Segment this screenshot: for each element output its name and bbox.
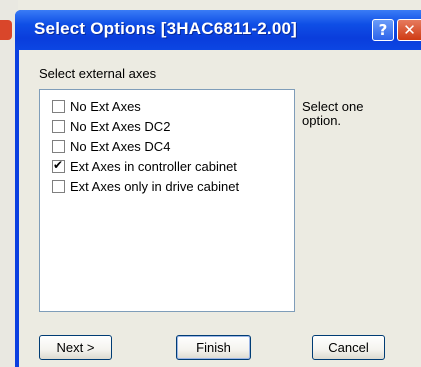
help-button[interactable]: ? (372, 19, 394, 41)
option-label: No Ext Axes DC2 (70, 118, 171, 134)
option-no-ext-axes[interactable]: No Ext Axes (52, 98, 141, 114)
option-label: No Ext Axes DC4 (70, 138, 171, 154)
title-bar[interactable]: Select Options [3HAC6811-2.00] ? ✕ (15, 10, 421, 50)
select-options-dialog: Select Options [3HAC6811-2.00] ? ✕ Selec… (15, 10, 421, 367)
checkbox[interactable] (52, 139, 65, 153)
finish-button[interactable]: Finish (176, 335, 251, 360)
window-title: Select Options [3HAC6811-2.00] (34, 19, 297, 38)
checkbox[interactable] (52, 99, 65, 113)
close-icon: ✕ (403, 21, 416, 39)
option-label: Ext Axes only in drive cabinet (70, 178, 240, 194)
next-button[interactable]: Next > (39, 335, 112, 360)
close-button[interactable]: ✕ (397, 19, 421, 41)
checkbox-checked[interactable]: ✔ (52, 157, 65, 173)
option-label: No Ext Axes (70, 98, 141, 114)
background-app-icon (0, 20, 12, 40)
checkbox[interactable] (52, 119, 65, 133)
options-listbox[interactable]: No Ext Axes No Ext Axes DC2 No Ext Axes … (39, 89, 295, 312)
cancel-button[interactable]: Cancel (312, 335, 385, 360)
screen: Select Options [3HAC6811-2.00] ? ✕ Selec… (0, 0, 421, 367)
option-ext-axes-drive-cabinet[interactable]: Ext Axes only in drive cabinet (52, 178, 239, 194)
help-text: Select one option. (302, 99, 364, 128)
checkbox[interactable] (52, 179, 65, 193)
prompt-label: Select external axes (39, 66, 157, 81)
option-label: Ext Axes in controller cabinet (70, 158, 237, 174)
help-icon: ? (378, 21, 388, 39)
option-no-ext-axes-dc2[interactable]: No Ext Axes DC2 (52, 118, 170, 134)
option-ext-axes-controller-cabinet[interactable]: ✔ Ext Axes in controller cabinet (52, 158, 237, 174)
option-no-ext-axes-dc4[interactable]: No Ext Axes DC4 (52, 138, 170, 154)
checkmark-icon: ✔ (53, 157, 64, 172)
dialog-body: Select external axes No Ext Axes No Ext … (19, 50, 421, 367)
